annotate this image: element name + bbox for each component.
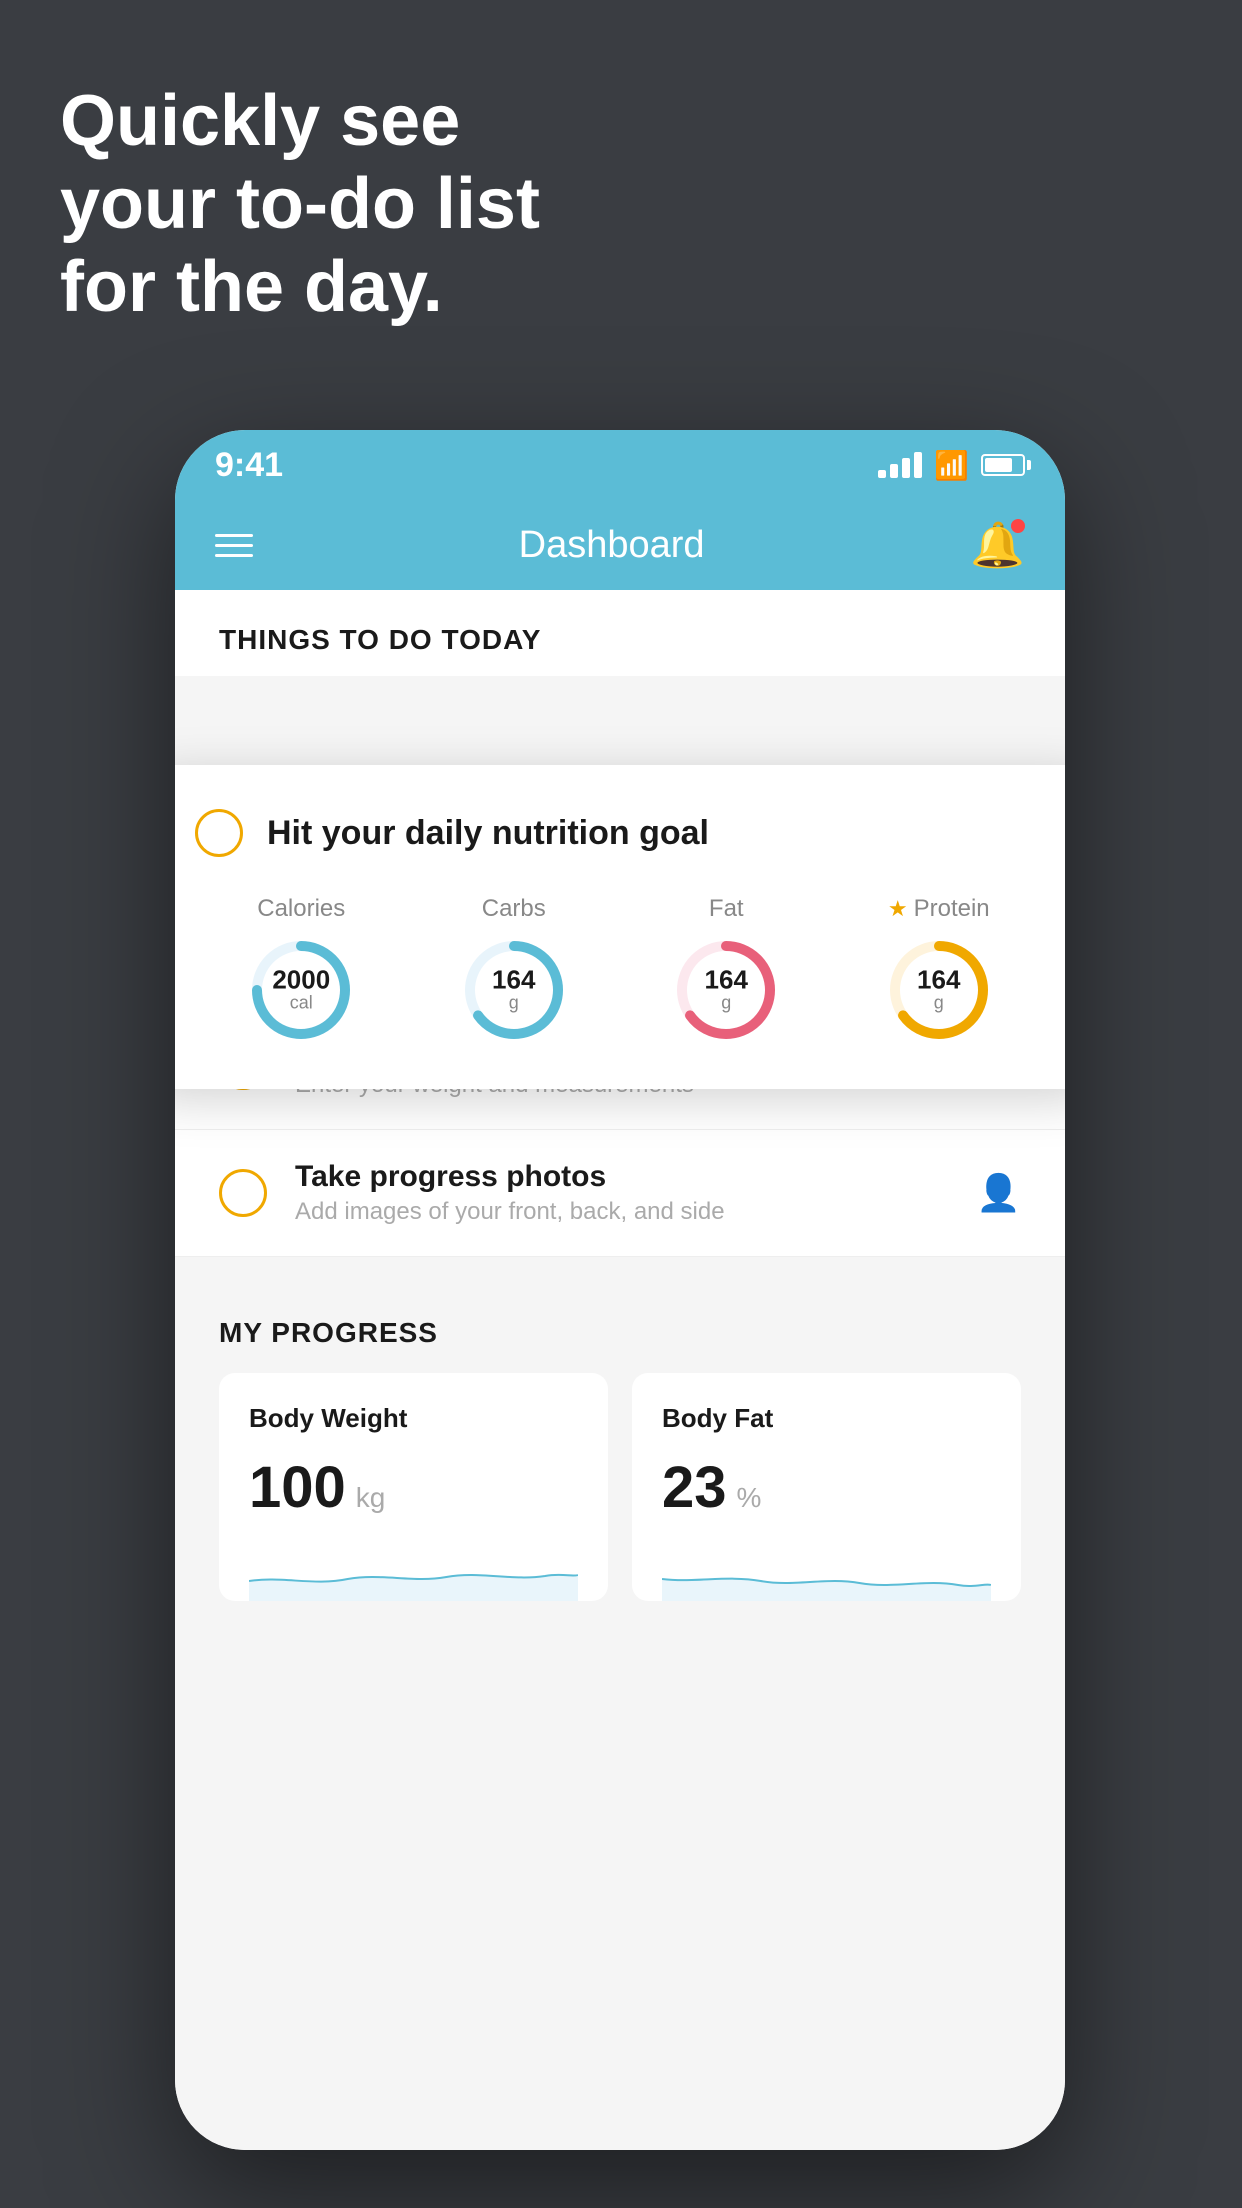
body-fat-value-row: 23 % <box>662 1454 991 1521</box>
progress-cards: Body Weight 100 kg Body Fat <box>219 1373 1021 1601</box>
status-time: 9:41 <box>215 446 283 485</box>
progress-section: MY PROGRESS Body Weight 100 kg <box>175 1317 1065 1601</box>
status-icons: 📶 <box>878 449 1025 482</box>
things-today-title: THINGS TO DO TODAY <box>219 624 541 655</box>
protein-value: 164 <box>917 967 960 993</box>
fat-value: 164 <box>705 967 748 993</box>
hero-text: Quickly see your to-do list for the day. <box>60 80 540 328</box>
calories-label: Calories <box>257 895 345 923</box>
nav-title: Dashboard <box>519 524 705 567</box>
photos-subtitle: Add images of your front, back, and side <box>295 1198 948 1226</box>
carbs-label: Carbs <box>482 895 546 923</box>
calories-unit: cal <box>272 993 330 1014</box>
todo-item-photos[interactable]: Take progress photos Add images of your … <box>175 1130 1065 1257</box>
photos-checkbox[interactable] <box>219 1169 267 1217</box>
body-weight-chart <box>249 1541 578 1601</box>
calories-donut: 2000 cal <box>246 935 356 1045</box>
body-weight-number: 100 <box>249 1454 346 1521</box>
phone-content: THINGS TO DO TODAY Hit your daily nutrit… <box>175 590 1065 2150</box>
nutrition-card-title-row: Hit your daily nutrition goal <box>195 809 1045 857</box>
body-weight-card[interactable]: Body Weight 100 kg <box>219 1373 608 1601</box>
calories-value: 2000 <box>272 967 330 993</box>
hero-line2: your to-do list <box>60 164 540 244</box>
fat-donut: 164 g <box>671 935 781 1045</box>
carbs-item: Carbs 164 g <box>459 895 569 1045</box>
fat-label: Fat <box>709 895 744 923</box>
things-today-header: THINGS TO DO TODAY <box>175 590 1065 676</box>
body-weight-title: Body Weight <box>249 1403 578 1434</box>
photos-title: Take progress photos <box>295 1160 948 1194</box>
wifi-icon: 📶 <box>934 449 969 482</box>
fat-unit: g <box>705 993 748 1014</box>
carbs-donut: 164 g <box>459 935 569 1045</box>
nav-bar: Dashboard 🔔 <box>175 500 1065 590</box>
fat-item: Fat 164 g <box>671 895 781 1045</box>
photos-icon: 👤 <box>976 1172 1021 1214</box>
body-fat-unit: % <box>737 1482 762 1514</box>
carbs-unit: g <box>492 993 535 1014</box>
protein-label-row: ★ Protein <box>888 895 990 923</box>
notification-dot <box>1011 519 1025 533</box>
body-fat-title: Body Fat <box>662 1403 991 1434</box>
phone-mockup: 9:41 📶 Dashboard 🔔 <box>175 430 1065 2150</box>
photos-content: Take progress photos Add images of your … <box>295 1160 948 1226</box>
hero-line3: for the day. <box>60 247 443 327</box>
carbs-value: 164 <box>492 967 535 993</box>
status-bar: 9:41 📶 <box>175 430 1065 500</box>
body-fat-card[interactable]: Body Fat 23 % <box>632 1373 1021 1601</box>
battery-icon <box>981 454 1025 476</box>
calories-item: Calories 2000 cal <box>246 895 356 1045</box>
nutrition-row: Calories 2000 cal Carbs <box>195 895 1045 1045</box>
signal-bars-icon <box>878 452 922 478</box>
notification-bell-button[interactable]: 🔔 <box>970 519 1025 571</box>
body-weight-unit: kg <box>356 1482 386 1514</box>
nutrition-card-title: Hit your daily nutrition goal <box>267 814 709 853</box>
body-fat-number: 23 <box>662 1454 727 1521</box>
protein-unit: g <box>917 993 960 1014</box>
hamburger-menu-button[interactable] <box>215 534 253 557</box>
star-icon: ★ <box>888 896 908 922</box>
body-weight-value-row: 100 kg <box>249 1454 578 1521</box>
protein-item: ★ Protein 164 g <box>884 895 994 1045</box>
nutrition-checkbox[interactable] <box>195 809 243 857</box>
hero-line1: Quickly see <box>60 81 460 161</box>
progress-title: MY PROGRESS <box>219 1317 1021 1349</box>
protein-label: Protein <box>914 895 990 923</box>
body-fat-chart <box>662 1541 991 1601</box>
protein-donut: 164 g <box>884 935 994 1045</box>
nutrition-card[interactable]: Hit your daily nutrition goal Calories 2… <box>175 765 1065 1089</box>
